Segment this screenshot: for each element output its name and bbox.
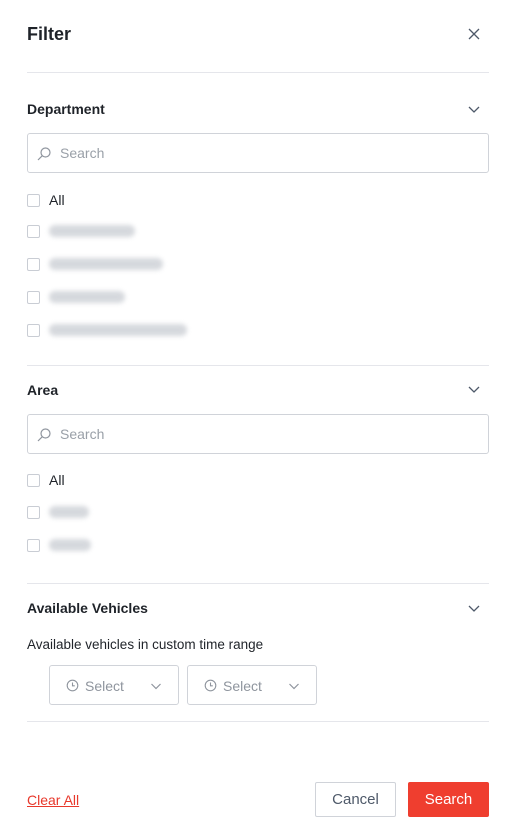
chevron-down-icon[interactable]	[467, 102, 481, 116]
area-option-blurred[interactable]	[27, 536, 91, 554]
start-time-select[interactable]: Select	[49, 665, 179, 705]
checkbox[interactable]	[27, 290, 40, 304]
search-icon	[37, 147, 51, 161]
clear-all-link[interactable]: Clear All	[27, 791, 79, 809]
checkbox[interactable]	[27, 323, 40, 337]
vehicles-section-title: Available Vehicles	[27, 600, 148, 616]
search-icon	[37, 428, 51, 442]
blurred-option-label	[49, 539, 91, 551]
area-search-input[interactable]	[27, 414, 489, 454]
department-search-input[interactable]	[27, 133, 489, 173]
chevron-down-icon	[151, 683, 161, 690]
checkbox[interactable]	[27, 538, 40, 552]
department-option-blurred[interactable]	[27, 321, 187, 339]
department-section-title: Department	[27, 101, 105, 117]
vehicles-subtitle: Available vehicles in custom time range	[27, 637, 264, 652]
department-option-blurred[interactable]	[27, 222, 135, 240]
option-label: All	[49, 472, 65, 488]
area-option-all[interactable]: All	[27, 471, 65, 489]
blurred-option-label	[49, 258, 163, 270]
department-option-blurred[interactable]	[27, 255, 163, 273]
end-time-select[interactable]: Select	[187, 665, 317, 705]
divider	[27, 583, 489, 584]
checkbox[interactable]	[27, 224, 40, 238]
area-search-field[interactable]	[60, 415, 480, 453]
cancel-button[interactable]: Cancel	[315, 782, 396, 817]
divider	[27, 721, 489, 722]
blurred-option-label	[49, 324, 187, 336]
checkbox[interactable]	[27, 257, 40, 271]
checkbox[interactable]	[27, 505, 40, 519]
chevron-down-icon	[289, 683, 299, 690]
clock-icon	[204, 679, 217, 692]
divider	[27, 365, 489, 366]
area-section-title: Area	[27, 382, 59, 398]
select-label: Select	[223, 678, 262, 694]
close-icon[interactable]	[467, 27, 481, 41]
department-option-all[interactable]: All	[27, 191, 65, 209]
blurred-option-label	[49, 225, 135, 237]
clock-icon	[66, 679, 79, 692]
search-button[interactable]: Search	[408, 782, 489, 817]
checkbox[interactable]	[27, 473, 40, 487]
option-label: All	[49, 192, 65, 208]
department-search-field[interactable]	[60, 134, 480, 172]
area-option-blurred[interactable]	[27, 503, 89, 521]
divider	[27, 72, 489, 73]
select-label: Select	[85, 678, 124, 694]
chevron-down-icon[interactable]	[467, 601, 481, 615]
panel-title: Filter	[27, 24, 72, 44]
blurred-option-label	[49, 506, 89, 518]
blurred-option-label	[49, 291, 125, 303]
checkbox[interactable]	[27, 193, 40, 207]
filter-header: Filter	[27, 22, 489, 46]
chevron-down-icon[interactable]	[467, 382, 481, 396]
department-option-blurred[interactable]	[27, 288, 125, 306]
